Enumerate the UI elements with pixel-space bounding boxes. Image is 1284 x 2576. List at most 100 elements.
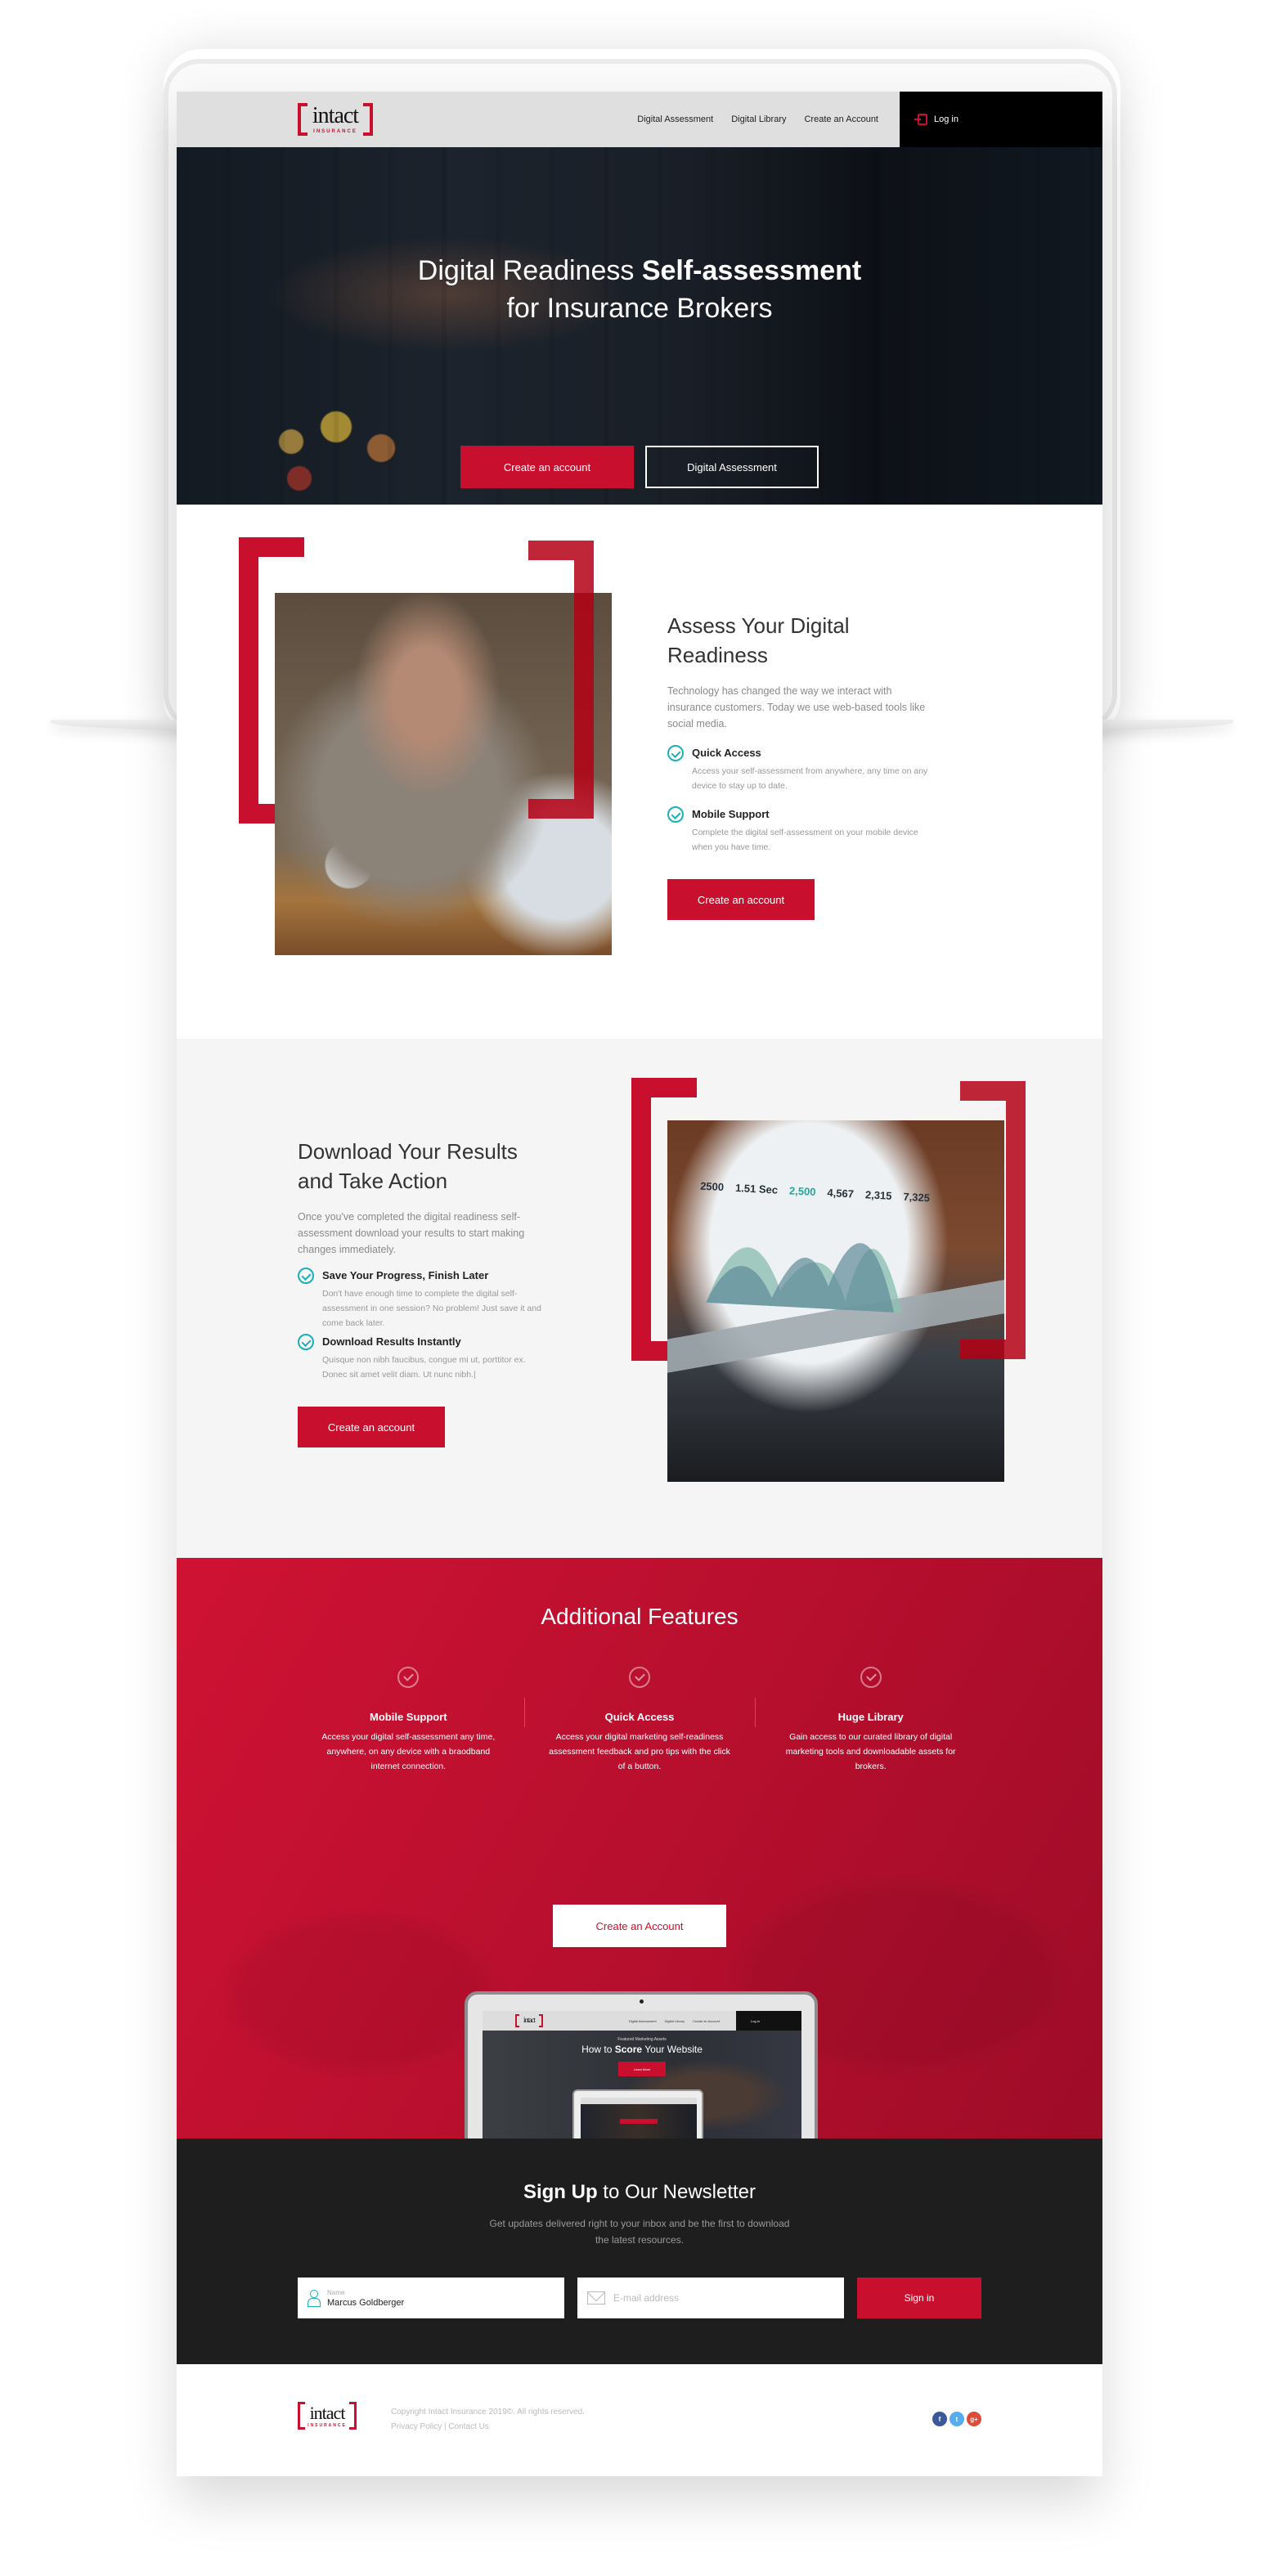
feature-text: Access your self-assessment from anywher… — [692, 766, 928, 791]
assess-title: Assess Your Digital Readiness — [667, 613, 850, 667]
feature-column: Mobile Support Access your digital self-… — [293, 1667, 524, 1774]
preview-nav-link: Digital Assessment — [628, 2019, 657, 2023]
preview-logo: intact — [515, 2014, 543, 2027]
dashboard-area-chart — [706, 1243, 902, 1313]
contact-us-link[interactable]: Contact Us — [448, 2422, 488, 2431]
hero-title-regular: Digital Readiness — [417, 255, 642, 286]
check-circle-icon — [667, 745, 684, 761]
hero-title-line2: for Insurance Brokers — [506, 293, 773, 324]
feature-title: Quick Access — [692, 747, 761, 759]
facebook-icon[interactable]: f — [932, 2412, 947, 2426]
dashboard-value: 2,500 — [788, 1184, 816, 1199]
nav-link-digital-assessment[interactable]: Digital Assessment — [637, 114, 713, 124]
preview-nav-links: Digital Assessment Digital Library Creat… — [629, 2019, 720, 2023]
download-feature-item: Download Results Instantly Quisque non n… — [298, 1334, 543, 1382]
feature-column-title: Huge Library — [837, 1711, 904, 1723]
additional-features-section: Additional Features Mobile Support Acces… — [177, 1558, 1102, 2237]
download-lead: Once you've completed the digital readin… — [298, 1211, 525, 1255]
check-circle-icon — [629, 1667, 650, 1688]
landing-page: intact INSURANCE Digital Assessment Digi… — [177, 92, 1102, 2476]
assess-create-account-button[interactable]: Create an account — [667, 879, 815, 920]
twitter-icon[interactable]: t — [950, 2412, 964, 2426]
features-title: Additional Features — [541, 1604, 739, 1629]
dashboard-value: 1.51 Sec — [734, 1181, 779, 1196]
footer-copy: Copyright Intact Insurance 2019©. All ri… — [391, 2405, 585, 2435]
feature-title: Download Results Instantly — [322, 1335, 461, 1348]
feature-column-text: Access your digital marketing self-readi… — [549, 1732, 730, 1771]
logo-subtitle: INSURANCE — [313, 129, 357, 134]
decorative-bracket-right — [528, 541, 594, 819]
check-circle-icon — [860, 1667, 882, 1688]
assess-content: Assess Your Digital Readiness Technology… — [667, 611, 929, 920]
download-title: Download Your Results and Take Action — [298, 1139, 518, 1193]
dashboard-value: 7,325 — [903, 1190, 931, 1205]
nav-link-create-account[interactable]: Create an Account — [804, 114, 878, 124]
intact-logo[interactable]: intact INSURANCE — [298, 103, 373, 136]
footer-logo[interactable]: intact INSURANCE — [298, 2402, 357, 2430]
feature-column-title: Mobile Support — [370, 1711, 447, 1723]
preview-kicker: Featured Marketing Assets — [617, 2037, 667, 2042]
download-content: Download Your Results and Take Action On… — [298, 1137, 543, 1447]
google-plus-icon[interactable]: g+ — [967, 2412, 981, 2426]
preview-nav-link: Create an Account — [693, 2019, 720, 2023]
preview-learn-more-button: Learn More — [618, 2062, 666, 2076]
feature-text: Don't have enough time to complete the d… — [322, 1289, 541, 1328]
login-button[interactable]: Log in — [900, 92, 1102, 147]
check-circle-icon — [397, 1667, 420, 1688]
feature-text: Quisque non nibh faucibus, congue mi ut,… — [322, 1355, 526, 1380]
decorative-bracket-right — [960, 1081, 1026, 1359]
social-links: f t g+ — [932, 2412, 981, 2426]
download-create-account-button[interactable]: Create an account — [298, 1407, 445, 1447]
name-field-value: Marcus Goldberger — [327, 2297, 405, 2308]
feature-text: Complete the digital self-assessment on … — [692, 828, 918, 852]
top-navigation: intact INSURANCE Digital Assessment Digi… — [177, 92, 1102, 147]
preview-title-regular: How to — [581, 2044, 615, 2055]
footer: intact INSURANCE Copyright Intact Insura… — [177, 2364, 1102, 2476]
user-icon — [308, 2290, 321, 2307]
logo-wordmark: intact — [523, 2016, 536, 2024]
newsletter-subtitle: Get updates delivered right to your inbo… — [489, 2218, 790, 2246]
hero-create-account-button[interactable]: Create an account — [460, 446, 634, 488]
feature-title: Mobile Support — [692, 808, 770, 820]
feature-column-text: Access your digital self-assessment any … — [321, 1732, 496, 1771]
feature-column: Quick Access Access your digital marketi… — [523, 1667, 756, 1774]
envelope-icon — [587, 2291, 605, 2304]
logo-wordmark: intact — [312, 103, 359, 128]
feature-column-title: Quick Access — [604, 1711, 675, 1723]
download-section: Download Your Results and Take Action On… — [177, 1039, 1102, 1558]
privacy-policy-link[interactable]: Privacy Policy — [391, 2422, 442, 2431]
newsletter-form: Name Marcus Goldberger Sign in — [298, 2278, 981, 2318]
hero-title-bold: Self-assessment — [641, 255, 862, 286]
feature-title: Save Your Progress, Finish Later — [322, 1269, 489, 1281]
assess-feature-item: Mobile Support Complete the digital self… — [667, 806, 929, 855]
hero-digital-assessment-button[interactable]: Digital Assessment — [645, 446, 819, 488]
preview-nav-link: Digital Library — [664, 2019, 685, 2023]
nav-links: Digital Assessment Digital Library Creat… — [637, 92, 878, 147]
email-field[interactable] — [577, 2278, 844, 2318]
dashboard-values: 2500 1.51 Sec 2,500 4,567 2,315 7,325 — [700, 1180, 931, 1205]
logo-bracket-right — [363, 103, 373, 136]
hero-title: Digital Readiness Self-assessment for In… — [177, 252, 1102, 327]
email-input[interactable] — [613, 2292, 810, 2304]
check-circle-icon — [298, 1334, 314, 1350]
download-feature-item: Save Your Progress, Finish Later Don't h… — [298, 1268, 543, 1331]
newsletter-sign-in-button[interactable]: Sign in — [857, 2278, 981, 2318]
logo-bracket-right — [539, 2014, 543, 2027]
preview-title: How to Score Your Website — [483, 2044, 801, 2055]
preview-title-regular: Your Website — [642, 2044, 703, 2055]
name-field[interactable]: Name Marcus Goldberger — [298, 2278, 564, 2318]
laptop-camera — [640, 1999, 644, 2004]
copyright-text: Copyright Intact Insurance 2019©. All ri… — [391, 2408, 585, 2417]
preview-nav: intact Digital Assessment Digital Librar… — [483, 2011, 801, 2031]
hero-buttons: Create an account Digital Assessment — [177, 446, 1102, 488]
features-create-account-button[interactable]: Create an Account — [553, 1905, 726, 1947]
check-circle-icon — [298, 1268, 314, 1284]
logo-bracket-left — [515, 2014, 519, 2027]
area-series-dark — [706, 1243, 894, 1313]
nav-link-digital-library[interactable]: Digital Library — [731, 114, 786, 124]
logo-subtitle: INSURANCE — [308, 2423, 347, 2428]
feature-column: Huge Library Gain access to our curated … — [755, 1667, 986, 1774]
assess-section: Assess Your Digital Readiness Technology… — [177, 505, 1102, 1039]
check-circle-icon — [667, 806, 684, 823]
newsletter-title-regular: to Our Newsletter — [597, 2181, 756, 2203]
